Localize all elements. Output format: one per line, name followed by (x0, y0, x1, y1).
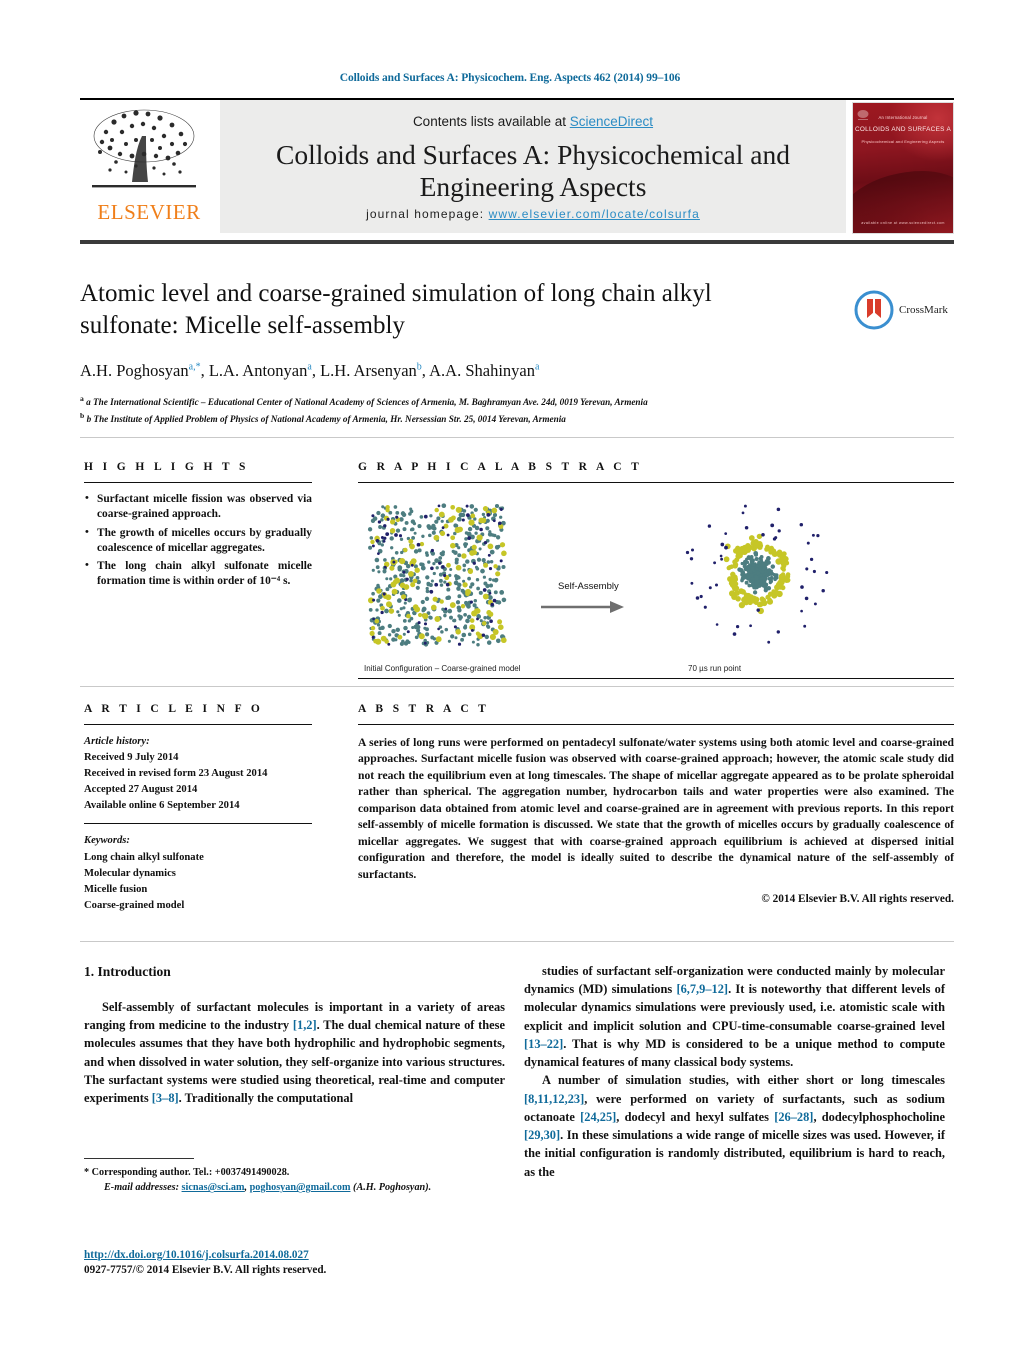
footer-block: http://dx.doi.org/10.1016/j.colsurfa.201… (84, 1245, 564, 1276)
homepage-label: journal homepage: (366, 207, 485, 221)
affiliation-a: a a The International Scientific – Educa… (80, 394, 648, 408)
crossmark-icon (854, 290, 894, 330)
history-online: Available online 6 September 2014 (84, 800, 240, 812)
corresponding-author-note: * Corresponding author. Tel.: +003749149… (84, 1167, 290, 1178)
body-column-left: 1. Introduction Self-assembly of surfact… (84, 962, 505, 1107)
running-head: Colloids and Surfaces A: Physicochem. En… (339, 72, 681, 84)
affiliation-b: b b The Institute of Applied Problem of … (80, 411, 566, 425)
keywords-block: Keywords: Long chain alkyl sulfonate Mol… (84, 833, 312, 913)
paragraph: A number of simulation studies, with eit… (524, 1073, 946, 1179)
figure-caption-right: 70 µs run point (688, 664, 742, 673)
section-heading-introduction: 1. Introduction (84, 964, 171, 979)
abstract-rule (358, 724, 954, 725)
graphical-abstract-rule (358, 482, 954, 483)
self-assembly-arrow-label: Self-Assembly (558, 581, 619, 592)
micelle-simulation-figure (367, 503, 829, 647)
crossmark-badge[interactable]: CrossMark (854, 286, 954, 334)
highlights-list: Surfactant micelle fission was observed … (84, 491, 312, 590)
contents-prefix: Contents lists available at (412, 114, 570, 129)
cover-footer: available online at www.sciencedirect.co… (861, 221, 945, 225)
paragraph: Self-assembly of surfactant molecules is… (84, 999, 505, 1106)
abstract-section: A B S T R A C T A series of long runs we… (358, 703, 954, 905)
journal-cover-image: An International Journal COLLOIDS AND SU… (852, 102, 954, 234)
journal-homepage: journal homepage: www.elsevier.com/locat… (220, 207, 846, 221)
issn-rights: 0927-7757/© 2014 Elsevier B.V. All right… (84, 1264, 327, 1276)
elsevier-tree-icon (86, 106, 206, 198)
abstract-text: A series of long runs were performed on … (358, 736, 954, 881)
affiliation-a-text: a The International Scientific – Educati… (86, 397, 648, 408)
article-history-label: Article history: (84, 736, 150, 747)
paper-page: Colloids and Surfaces A: Physicochem. En… (0, 0, 1020, 1351)
article-info-heading: A R T I C L E I N F O (84, 703, 264, 715)
title-area: Atomic level and coarse-grained simulati… (80, 278, 954, 427)
article-info-rule (84, 724, 312, 725)
history-received: Received 9 July 2014 (84, 752, 179, 764)
graphical-abstract-section: G R A P H I C A L A B S T R A C T Self-A… (358, 461, 954, 675)
email-note: E-mail addresses: sicnas@sci.am, poghosy… (84, 1180, 505, 1195)
figure-caption-left: Initial Configuration – Coarse-grained m… (364, 664, 521, 673)
highlights-rule (84, 482, 312, 483)
keyword-item: Micelle fusion (84, 883, 148, 895)
keyword-item: Long chain alkyl sulfonate (84, 851, 204, 863)
graphical-abstract-bottom-rule (358, 678, 954, 679)
email-suffix: (A.H. Poghosyan). (350, 1182, 432, 1194)
sciencedirect-link[interactable]: ScienceDirect (570, 114, 653, 129)
keyword-item: Molecular dynamics (84, 867, 176, 879)
footnote-rule (84, 1158, 194, 1159)
paragraph: studies of surfactant self-organization … (524, 964, 945, 1070)
history-revised: Received in revised form 23 August 2014 (84, 768, 268, 780)
arrow-right-icon (541, 601, 624, 613)
abstract-rights: © 2014 Elsevier B.V. All rights reserved… (761, 893, 954, 906)
doi-link[interactable]: http://dx.doi.org/10.1016/j.colsurfa.201… (84, 1249, 309, 1261)
cover-title: COLLOIDS AND SURFACES A (854, 125, 952, 133)
crossmark-label: CrossMark (899, 304, 948, 316)
email-link-1[interactable]: sicnas@sci.am (182, 1182, 245, 1193)
article-history: Article history: Received 9 July 2014 Re… (84, 734, 312, 814)
masthead-center: Contents lists available at ScienceDirec… (220, 100, 846, 233)
elsevier-logo-block: ELSEVIER (80, 100, 220, 233)
contents-line: Contents lists available at ScienceDirec… (220, 114, 846, 129)
homepage-url-link[interactable]: www.elsevier.com/locate/colsurfa (489, 207, 700, 221)
footnote-block: * Corresponding author. Tel.: +003749149… (84, 1158, 505, 1196)
page-title: Atomic level and coarse-grained simulati… (80, 280, 712, 339)
affiliation-b-text: b The Institute of Applied Problem of Ph… (86, 414, 566, 425)
keywords-label: Keywords: (84, 835, 130, 847)
keyword-item: Coarse-grained model (84, 899, 185, 911)
divider-top-band (80, 437, 954, 438)
abstract-heading: A B S T R A C T (358, 703, 490, 715)
affiliations: a a The International Scientific – Educa… (80, 393, 954, 427)
history-accepted: Accepted 27 August 2014 (84, 784, 198, 796)
cover-text: An International Journal COLLOIDS AND SU… (853, 115, 953, 146)
article-info-section: A R T I C L E I N F O Article history: R… (84, 703, 312, 914)
article-info-separator (84, 823, 312, 825)
cover-kicker: An International Journal (878, 115, 928, 120)
cover-subtitle: Physicochemical and Engineering Aspects (861, 139, 945, 145)
divider-bottom-band (80, 941, 954, 942)
highlights-heading: H I G H L I G H T S (84, 461, 249, 473)
journal-masthead: ELSEVIER Contents lists available at Sci… (80, 98, 954, 244)
graphical-abstract-heading: G R A P H I C A L A B S T R A C T (358, 461, 643, 473)
body-column-right: studies of surfactant self-organization … (524, 962, 945, 1181)
elsevier-wordmark: ELSEVIER (97, 200, 201, 224)
author-list: A.H. Poghosyana,*, L.A. Antonyana, L.H. … (80, 361, 540, 380)
divider-mid-band (80, 686, 954, 687)
list-item: The growth of micelles occurs by gradual… (84, 525, 312, 557)
list-item: Surfactant micelle fission was observed … (84, 491, 312, 523)
list-item: The long chain alkyl sulfonate micelle f… (84, 558, 312, 590)
graphical-abstract-figure: Self-Assembly Initial Configuration – Co… (358, 495, 954, 675)
journal-title: Colloids and Surfaces A: Physicochemical… (275, 139, 790, 203)
journal-cover-block: An International Journal COLLOIDS AND SU… (846, 100, 954, 234)
email-label: E-mail addresses: (104, 1182, 179, 1194)
highlights-section: H I G H L I G H T S Surfactant micelle f… (84, 461, 312, 593)
email-link-2[interactable]: poghosyan@gmail.com (250, 1182, 351, 1193)
